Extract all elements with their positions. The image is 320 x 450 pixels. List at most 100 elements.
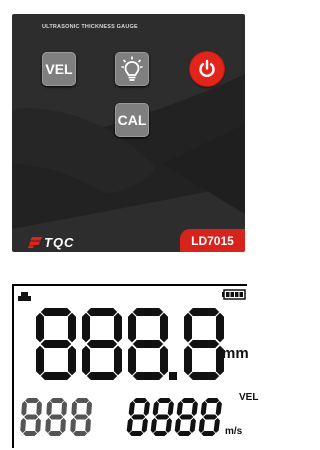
segment-g	[24, 414, 39, 420]
segment-g	[179, 414, 194, 420]
tqc-logo-icon	[28, 237, 42, 248]
probe-icon	[18, 292, 31, 301]
main-decimal-point	[169, 372, 177, 380]
segment-c	[114, 345, 122, 376]
segment-d	[201, 431, 216, 436]
main-digit-1	[82, 308, 122, 380]
segment-d	[177, 431, 192, 436]
segment-f	[128, 312, 136, 343]
velocity-digit-0	[126, 398, 150, 436]
main-digit-2	[128, 308, 168, 380]
velocity-indicator: VEL	[239, 392, 259, 403]
segment-a	[133, 398, 148, 403]
segment-f	[128, 401, 135, 416]
segment-g	[40, 340, 72, 348]
segment-c	[35, 418, 41, 433]
segment-a	[205, 398, 220, 403]
brand-logo: TQC	[28, 235, 74, 250]
left-digit-1	[45, 398, 67, 436]
segment-d	[153, 431, 168, 436]
gauge-control-panel: ULTRASONIC THICKNESS GAUGE VEL CAL TQC L…	[12, 14, 245, 252]
segment-a	[75, 398, 90, 403]
segment-f	[21, 401, 27, 416]
segment-c	[141, 418, 148, 433]
segment-b	[114, 312, 122, 343]
backlight-button[interactable]	[115, 52, 149, 86]
segment-c	[68, 345, 76, 376]
velocity-digit-3	[198, 398, 222, 436]
segment-f	[82, 312, 90, 343]
segment-e	[150, 418, 157, 433]
segment-a	[188, 308, 220, 316]
segment-e	[45, 418, 51, 433]
velocity-button[interactable]: VEL	[42, 52, 76, 86]
segment-g	[49, 414, 64, 420]
segment-e	[36, 345, 44, 376]
unit-velocity: m/s	[225, 426, 243, 437]
lcd-display: mm VEL m/s	[12, 284, 258, 448]
segment-e	[184, 345, 192, 376]
segment-a	[86, 308, 118, 316]
velocity-reading-digits	[126, 398, 222, 436]
brand-name: TQC	[44, 235, 75, 250]
lcd-segments	[18, 289, 246, 436]
segment-d	[86, 372, 118, 380]
velocity-digit-1	[150, 398, 174, 436]
segment-b	[216, 312, 224, 343]
segment-f	[176, 401, 183, 416]
segment-f	[46, 401, 52, 416]
segment-g	[131, 414, 146, 420]
segment-c	[189, 418, 196, 433]
segment-b	[160, 312, 168, 343]
unit-mm: mm	[222, 345, 249, 362]
segment-b	[36, 401, 42, 416]
segment-c	[85, 418, 91, 433]
segment-b	[61, 401, 67, 416]
segment-d	[132, 372, 164, 380]
left-digit-2	[70, 398, 92, 436]
segment-d	[48, 431, 63, 436]
segment-g	[86, 340, 118, 348]
calibrate-button[interactable]: CAL	[115, 103, 149, 137]
segment-d	[188, 372, 220, 380]
segment-a	[181, 398, 196, 403]
main-reading-digits	[36, 308, 224, 380]
power-icon	[199, 59, 215, 78]
panel-title: ULTRASONIC THICKNESS GAUGE	[42, 24, 138, 30]
segment-c	[60, 418, 66, 433]
segment-e	[82, 345, 90, 376]
segment-b	[143, 401, 150, 416]
segment-a	[25, 398, 40, 403]
segment-f	[200, 401, 207, 416]
segment-b	[68, 312, 76, 343]
segment-g	[203, 414, 218, 420]
segment-e	[198, 418, 205, 433]
segment-e	[126, 418, 133, 433]
segment-f	[36, 312, 44, 343]
segment-e	[128, 345, 136, 376]
segment-g	[74, 414, 89, 420]
segment-b	[215, 401, 222, 416]
segment-d	[73, 431, 88, 436]
segment-f	[71, 401, 77, 416]
main-digit-3	[184, 308, 224, 380]
segment-e	[70, 418, 76, 433]
segment-d	[40, 372, 72, 380]
segment-e	[20, 418, 26, 433]
segment-g	[155, 414, 170, 420]
segment-b	[191, 401, 198, 416]
segment-b	[167, 401, 174, 416]
model-badge: LD7015	[180, 229, 245, 252]
power-button[interactable]	[190, 52, 224, 86]
segment-d	[23, 431, 38, 436]
segment-c	[165, 418, 172, 433]
segment-g	[188, 340, 220, 348]
left-digit-0	[20, 398, 42, 436]
segment-d	[129, 431, 144, 436]
battery-icon	[222, 289, 246, 300]
segment-g	[132, 340, 164, 348]
segment-c	[160, 345, 168, 376]
segment-a	[50, 398, 65, 403]
segment-e	[174, 418, 181, 433]
segment-a	[132, 308, 164, 316]
